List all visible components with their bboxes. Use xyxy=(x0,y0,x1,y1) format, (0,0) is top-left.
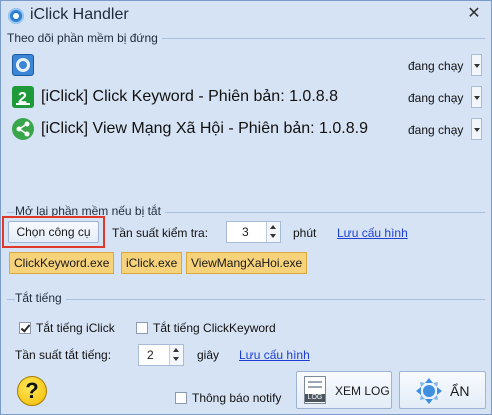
monitor-row-label: [iClick] View Mạng Xã Hội - Phiên bản: 1… xyxy=(41,120,368,137)
check-frequency-unit: phút xyxy=(293,226,317,240)
hide-label: ẨN xyxy=(450,383,470,399)
title-bar: iClick Handler ✕ xyxy=(1,1,491,29)
arrows-inward-icon xyxy=(416,378,442,404)
window-title: iClick Handler xyxy=(30,6,129,23)
close-button[interactable]: ✕ xyxy=(465,5,483,23)
save-config-link[interactable]: Lưu cấu hình xyxy=(239,348,310,362)
mute-iclick-label: Tắt tiếng iClick xyxy=(36,321,115,335)
app-icon xyxy=(8,8,24,24)
monitor-row-status[interactable]: đang chạy xyxy=(408,59,463,73)
check-frequency-spinner[interactable]: 3 xyxy=(226,221,281,243)
mute-clickkeyword-checkbox[interactable] xyxy=(136,322,148,334)
check-frequency-label: Tần suất kiểm tra: xyxy=(112,226,209,240)
log-badge: LOG xyxy=(305,394,325,402)
view-log-button[interactable]: LOG XEM LOG xyxy=(296,371,392,409)
iclick-handler-window: iClick Handler ✕ Theo dõi phần mềm bị đứ… xyxy=(0,0,492,415)
up-arrow-icon[interactable] xyxy=(270,225,276,229)
save-config-link[interactable]: Lưu cấu hình xyxy=(337,226,408,240)
mute-frequency-unit: giây xyxy=(197,348,220,362)
mute-group-label: Tắt tiếng xyxy=(15,291,66,305)
spinner-arrows[interactable] xyxy=(266,222,280,242)
mute-frequency-label: Tần suất tắt tiếng: xyxy=(15,348,112,362)
mute-iclick-checkbox[interactable] xyxy=(19,322,31,334)
status-dropdown-arrow[interactable] xyxy=(471,54,482,76)
mute-group-line xyxy=(7,299,485,300)
iclick-icon xyxy=(12,54,34,76)
tool-chip-iclick[interactable]: iClick.exe xyxy=(121,252,183,274)
down-arrow-icon[interactable] xyxy=(270,234,276,238)
tool-chip-clickkeyword[interactable]: ClickKeyword.exe xyxy=(9,252,115,274)
up-arrow-icon[interactable] xyxy=(173,348,179,352)
click-keyword-icon: 2 xyxy=(12,86,34,108)
mute-frequency-value[interactable]: 2 xyxy=(147,348,154,362)
status-dropdown-arrow[interactable] xyxy=(471,118,482,140)
choose-tool-button[interactable]: Chọn công cụ xyxy=(8,221,99,243)
tool-chip-viewmangxahoi[interactable]: ViewMangXaHoi.exe xyxy=(186,252,308,274)
notify-checkbox[interactable] xyxy=(175,392,187,404)
mute-clickkeyword-label: Tắt tiếng ClickKeyword xyxy=(153,321,276,335)
status-dropdown-arrow[interactable] xyxy=(471,86,482,108)
help-icon[interactable]: ? xyxy=(17,376,47,406)
monitor-row-status[interactable]: đang chạy xyxy=(408,123,463,137)
view-log-label: XEM LOG xyxy=(335,384,390,398)
notify-label: Thông báo notify xyxy=(192,391,282,405)
log-file-icon: LOG xyxy=(304,376,326,404)
share-icon xyxy=(12,118,34,140)
mute-frequency-spinner[interactable]: 2 xyxy=(138,344,184,366)
monitor-row-label: [iClick] Click Keyword - Phiên bản: 1.0.… xyxy=(41,88,339,105)
check-frequency-value[interactable]: 3 xyxy=(242,225,249,239)
hide-button[interactable]: ẨN xyxy=(399,371,486,409)
down-arrow-icon[interactable] xyxy=(173,357,179,361)
monitor-group-label: Theo dõi phần mềm bị đứng xyxy=(7,31,162,45)
spinner-arrows[interactable] xyxy=(169,345,183,365)
monitor-row-status[interactable]: đang chạy xyxy=(408,91,463,105)
